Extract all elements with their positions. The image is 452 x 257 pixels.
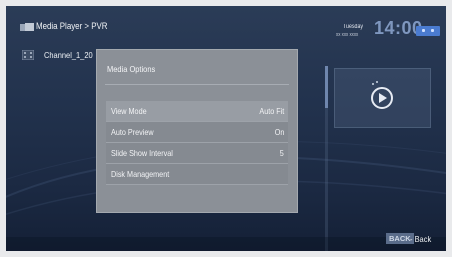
top-bar: Media Player > PVR Tuesday xx xxx xxxx 1… [6,6,446,40]
option-view-mode[interactable]: View Mode Auto Fit [106,101,288,122]
option-label: Slide Show Interval [111,148,173,158]
option-slide-show-interval[interactable]: Slide Show Interval 5 [106,143,288,164]
dialog-title: Media Options [107,64,156,74]
media-options-dialog: Media Options View Mode Auto Fit Auto Pr… [96,49,298,213]
play-icon [371,81,393,109]
status-badge [416,26,440,36]
option-auto-preview[interactable]: Auto Preview On [106,122,288,143]
media-folder-icon [20,23,34,31]
option-disk-management[interactable]: Disk Management [106,164,288,185]
date-label: xx xxx xxxx [336,32,359,38]
file-name: Channel_1_20 [44,50,93,60]
breadcrumb: Media Player > PVR [36,21,108,31]
bottom-bar [6,237,446,251]
scrollbar-thumb[interactable] [325,66,328,108]
day-label: Tuesday [343,24,364,30]
divider [105,84,289,85]
options-list: View Mode Auto Fit Auto Preview On Slide… [106,101,288,185]
option-label: View Mode [111,106,147,116]
option-value: Auto Fit [259,106,284,116]
tv-screen: Media Player > PVR Tuesday xx xxx xxxx 1… [6,6,446,251]
preview-pane [334,68,431,128]
option-value: 5 [279,148,284,158]
option-value: On [274,127,284,137]
back-hint: - Back [410,234,432,244]
scrollbar[interactable] [325,66,328,251]
option-label: Auto Preview [111,127,154,137]
option-label: Disk Management [111,169,170,179]
video-file-icon [22,50,34,60]
